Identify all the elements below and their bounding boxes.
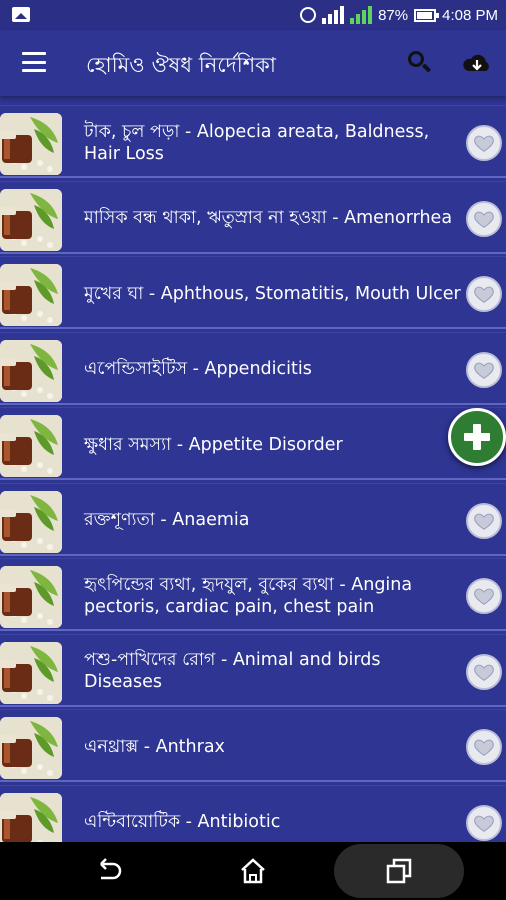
list-item-title: মাসিক বন্ধ থাকা, ঋতুস্রাব না হওয়া - Ame… xyxy=(84,208,453,228)
navigation-bar xyxy=(0,842,506,900)
favorite-heart-icon[interactable] xyxy=(466,578,502,614)
battery-percent: 87% xyxy=(378,6,409,24)
list-item[interactable]: হৃৎপিন্ডের ব্যথা, হৃদযুল, বুকের ব্যথা - … xyxy=(0,558,506,631)
list-item-title: হৃৎপিন্ডের ব্যথা, হৃদযুল, বুকের ব্যথা - … xyxy=(84,574,413,617)
remedy-thumbnail-icon xyxy=(0,717,62,779)
list-item[interactable]: এপেন্ডিসাইটিস - Appendicitis xyxy=(0,331,506,405)
search-icon[interactable] xyxy=(408,51,434,77)
remedy-thumbnail-icon xyxy=(0,566,62,628)
list-item-title: এপেন্ডিসাইটিস - Appendicitis xyxy=(84,359,312,379)
battery-icon xyxy=(414,8,440,22)
remedy-thumbnail-icon xyxy=(0,415,62,477)
list-item[interactable]: এন্টিবায়োটিক - Antibiotic xyxy=(0,784,506,842)
favorite-heart-icon[interactable] xyxy=(466,729,502,765)
favorite-heart-icon[interactable] xyxy=(466,351,502,388)
favorite-heart-icon[interactable] xyxy=(466,125,502,161)
remedy-thumbnail-icon xyxy=(0,490,62,553)
favorite-heart-icon[interactable] xyxy=(466,200,502,237)
list-item[interactable]: মুখের ঘা - Aphthous, Stomatitis, Mouth U… xyxy=(0,256,506,329)
remedy-thumbnail-icon xyxy=(0,264,62,326)
home-icon[interactable] xyxy=(238,856,268,886)
remedy-thumbnail-icon xyxy=(0,339,62,402)
list-item-title: ক্ষুধার সমস্যা - Appetite Disorder xyxy=(84,434,343,455)
list-item[interactable]: রক্তশূণ্যতা - Anaemia xyxy=(0,482,506,556)
list-item[interactable]: ক্ষুধার সমস্যা - Appetite Disorder xyxy=(0,407,506,480)
list-item[interactable]: পশু-পাখিদের রোগ - Animal and birds Disea… xyxy=(0,633,506,707)
favorite-heart-icon[interactable] xyxy=(466,653,502,690)
signal-icon xyxy=(322,6,345,24)
favorite-heart-icon[interactable] xyxy=(466,276,502,312)
list-item-title: এন্টিবায়োটিক - Antibiotic xyxy=(84,812,281,832)
menu-icon[interactable] xyxy=(22,52,46,72)
list-item-title: রক্তশূণ্যতা - Anaemia xyxy=(84,510,250,530)
remedy-thumbnail-icon xyxy=(0,641,62,704)
status-icons: 87% 4:08 PM xyxy=(300,3,498,27)
favorite-heart-icon[interactable] xyxy=(466,502,502,539)
image-notification-icon xyxy=(12,7,30,22)
list-item-title: মুখের ঘা - Aphthous, Stomatitis, Mouth U… xyxy=(84,283,461,304)
list-item[interactable]: টাক, চুল পড়া - Alopecia areata, Baldnes… xyxy=(0,105,506,178)
list-item-title: টাক, চুল পড়া - Alopecia areata, Baldnes… xyxy=(84,121,430,164)
remedy-thumbnail-icon xyxy=(0,113,62,175)
app-title: হোমিও ঔষধ নির্দেশিকা xyxy=(86,53,276,77)
favorite-heart-icon[interactable] xyxy=(466,804,502,841)
clock: 4:08 PM xyxy=(442,6,498,24)
remedy-thumbnail-icon xyxy=(0,188,62,251)
list-item-title: পশু-পাখিদের রোগ - Animal and birds Disea… xyxy=(84,650,381,692)
add-fab-button[interactable] xyxy=(448,408,506,466)
cloud-download-icon[interactable] xyxy=(462,52,492,76)
status-bar: 87% 4:08 PM xyxy=(0,0,506,30)
back-icon[interactable] xyxy=(93,856,123,886)
list-item-title: এনথ্রাক্স - Anthrax xyxy=(84,736,225,757)
remedy-thumbnail-icon xyxy=(0,792,62,842)
recent-apps-icon[interactable] xyxy=(384,856,414,886)
alarm-icon xyxy=(300,7,317,23)
app-bar: হোমিও ঔষধ নির্দেশিকা xyxy=(0,30,506,96)
list-item[interactable]: মাসিক বন্ধ থাকা, ঋতুস্রাব না হওয়া - Ame… xyxy=(0,180,506,254)
list-item[interactable]: এনথ্রাক্স - Anthrax xyxy=(0,709,506,782)
signal-green-icon xyxy=(350,6,373,24)
disease-list[interactable]: টাক, চুল পড়া - Alopecia areata, Baldnes… xyxy=(0,96,506,842)
